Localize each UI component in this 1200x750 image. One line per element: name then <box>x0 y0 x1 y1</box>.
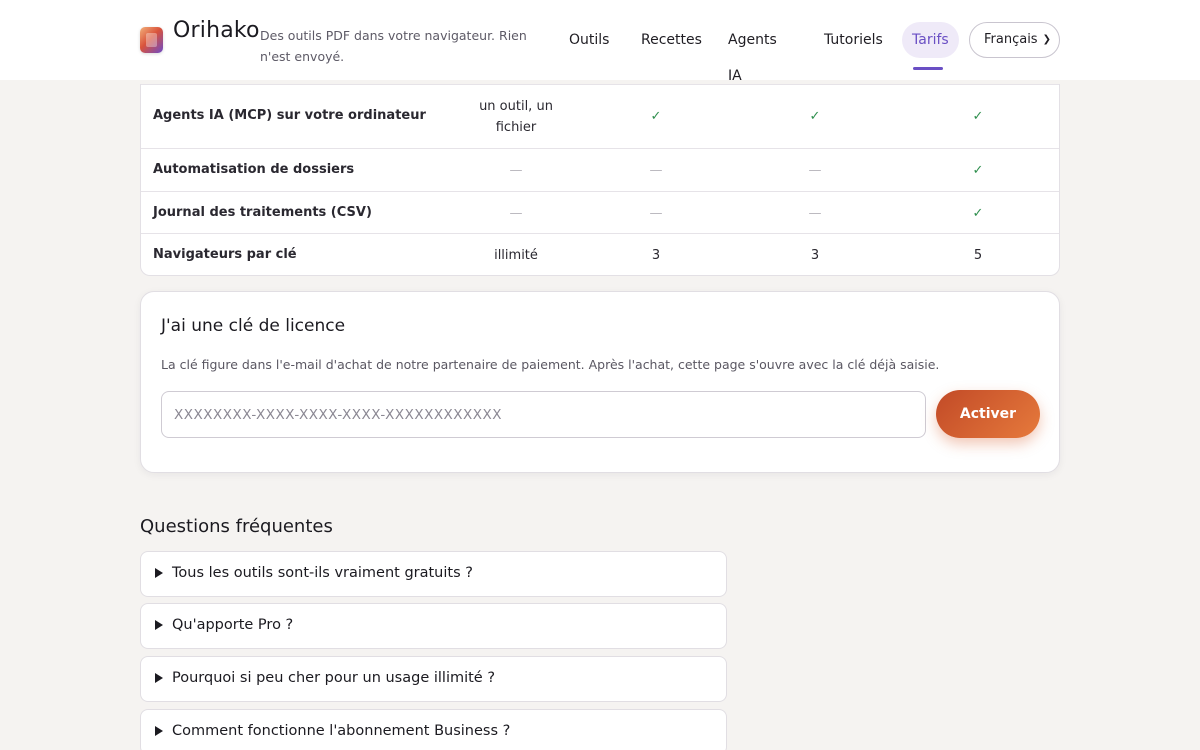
comparison-table: Agents IA (MCP) sur votre ordinateur un … <box>140 84 1060 276</box>
license-title: J'ai une clé de licence <box>161 316 346 336</box>
faq-item[interactable]: Qu'apporte Pro ? <box>140 603 727 649</box>
check-icon: ✓ <box>650 109 662 124</box>
check-icon: ✓ <box>972 109 984 124</box>
faq-question: Tous les outils sont-ils vraiment gratui… <box>172 565 473 581</box>
row-label: Navigateurs par clé <box>153 247 297 262</box>
nav-item-tutoriels[interactable]: Tutoriels <box>814 22 893 58</box>
brand-tagline: Des outils PDF dans votre navigateur. Ri… <box>260 28 527 64</box>
faq-item[interactable]: Pourquoi si peu cher pour un usage illim… <box>140 656 727 702</box>
triangle-right-icon <box>155 620 163 630</box>
site-header: Orihako Des outils PDF dans votre naviga… <box>0 0 1200 84</box>
nav-item-outils[interactable]: Outils <box>559 22 619 58</box>
check-icon: ✓ <box>809 109 821 124</box>
activate-button[interactable]: Activer <box>936 390 1040 438</box>
table-row: Navigateurs par clé illimité 3 3 5 <box>141 233 1059 275</box>
row-label: Automatisation de dossiers <box>153 162 355 177</box>
cell-value: 3 <box>651 248 661 263</box>
cell-free: illimité <box>494 248 538 263</box>
license-description: La clé figure dans l'e-mail d'achat de n… <box>161 357 940 372</box>
table-row: Agents IA (MCP) sur votre ordinateur un … <box>141 84 1059 148</box>
nav-item-recettes[interactable]: Recettes <box>631 22 712 58</box>
dash-icon: — <box>509 163 523 178</box>
cell-value: 5 <box>973 248 983 263</box>
triangle-right-icon <box>155 673 163 683</box>
license-card: J'ai une clé de licence La clé figure da… <box>140 291 1060 473</box>
check-icon: ✓ <box>972 206 984 221</box>
row-label: Journal des traitements (CSV) <box>153 205 372 220</box>
dash-icon: — <box>649 206 663 221</box>
logo-icon[interactable] <box>140 27 163 53</box>
nav-item-agents-ia[interactable]: Agents IA <box>718 22 787 84</box>
table-row: Automatisation de dossiers — — — ✓ <box>141 148 1059 191</box>
triangle-right-icon <box>155 568 163 578</box>
dash-icon: — <box>649 163 663 178</box>
faq-item[interactable]: Tous les outils sont-ils vraiment gratui… <box>140 551 727 597</box>
faq-question: Pourquoi si peu cher pour un usage illim… <box>172 670 496 686</box>
faq-question: Qu'apporte Pro ? <box>172 617 294 633</box>
faq-heading: Questions fréquentes <box>140 516 333 537</box>
cell-free: un outil, un fichier <box>479 99 553 135</box>
brand-name[interactable]: Orihako <box>173 18 260 43</box>
table-row: Journal des traitements (CSV) — — — ✓ <box>141 191 1059 233</box>
dash-icon: — <box>808 206 822 221</box>
language-select-value: Français <box>984 32 1038 47</box>
nav-item-tarifs[interactable]: Tarifs <box>902 22 959 58</box>
dash-icon: — <box>509 206 523 221</box>
license-key-input[interactable] <box>161 391 926 438</box>
active-nav-indicator <box>913 67 943 70</box>
cell-value: 3 <box>810 248 820 263</box>
faq-question: Comment fonctionne l'abonnement Business… <box>172 723 511 739</box>
check-icon: ✓ <box>972 163 984 178</box>
dash-icon: — <box>808 163 822 178</box>
language-select[interactable]: Français ❯ <box>969 22 1060 58</box>
faq-item[interactable]: Comment fonctionne l'abonnement Business… <box>140 709 727 750</box>
triangle-right-icon <box>155 726 163 736</box>
row-label: Agents IA (MCP) sur votre ordinateur <box>153 108 426 123</box>
chevron-down-icon: ❯ <box>1042 34 1051 45</box>
